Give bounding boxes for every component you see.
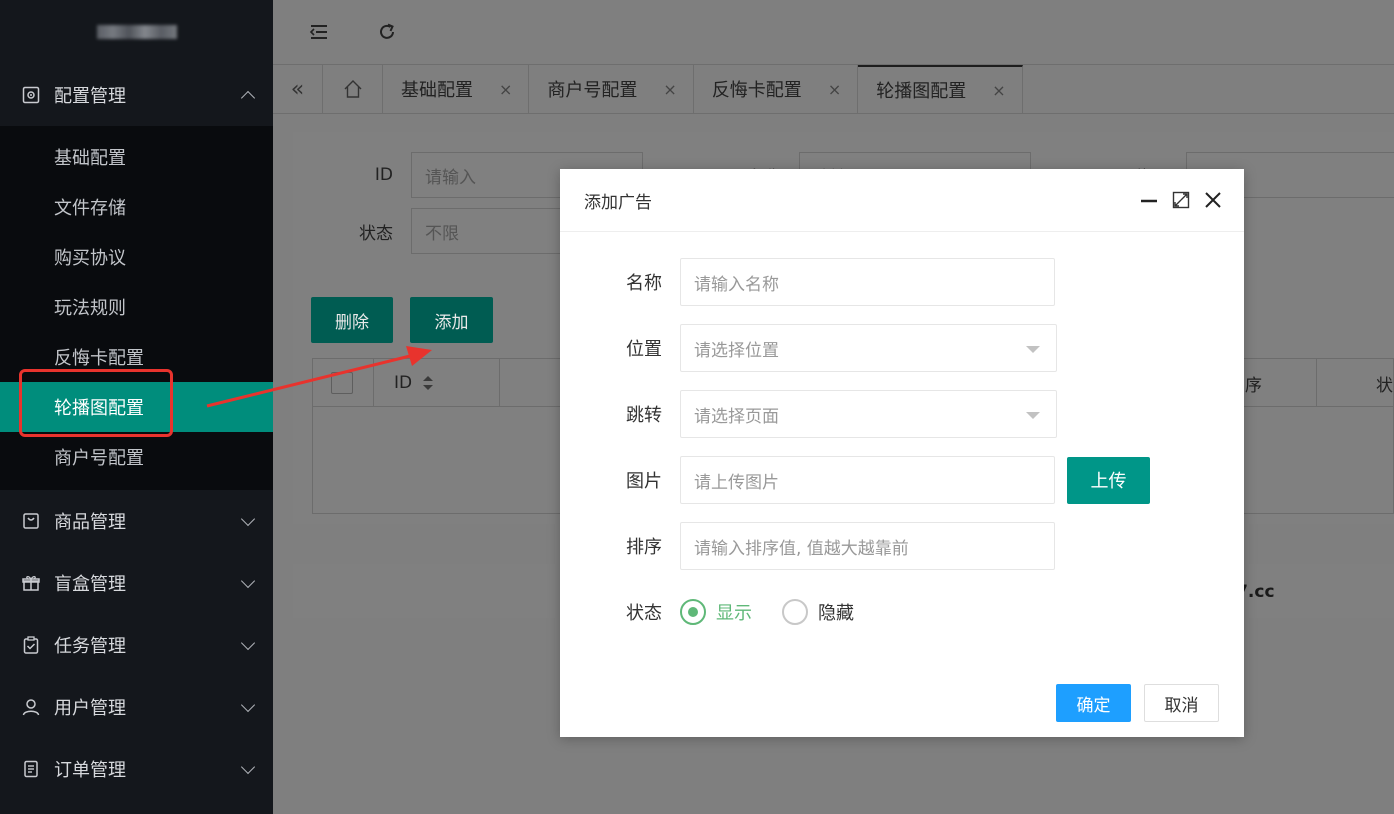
status-hide-label: 隐藏	[818, 603, 854, 624]
image-label: 图片	[626, 471, 662, 492]
menu-group-label: 用户管理	[54, 698, 126, 719]
menu-group-user[interactable]: 用户管理	[0, 676, 273, 738]
sort-icon[interactable]	[422, 375, 434, 391]
jump-placeholder: 请选择页面	[694, 406, 779, 427]
column-id-label: ID	[394, 373, 413, 393]
menu-group-order[interactable]: 订单管理	[0, 738, 273, 800]
position-label: 位置	[626, 339, 662, 360]
sidebar-item-carousel[interactable]: 轮播图配置	[0, 382, 273, 432]
status-show-label: 显示	[716, 603, 752, 624]
sidebar-item-regret-card[interactable]: 反悔卡配置	[0, 332, 273, 382]
chevron-down-icon	[240, 635, 256, 651]
position-placeholder: 请选择位置	[694, 340, 779, 361]
tab-merchant-config[interactable]: 商户号配置 ×	[529, 65, 694, 113]
tab-label: 轮播图配置	[876, 81, 967, 102]
form-row-position: 位置 请选择位置	[560, 324, 1057, 372]
user-icon	[22, 698, 40, 716]
form-row-name: 名称 请输入名称	[560, 258, 1055, 306]
chevron-down-icon	[240, 759, 256, 775]
filter-status-label: 状态	[359, 223, 393, 244]
menu-group-config[interactable]: 配置管理	[0, 64, 273, 126]
filter-id-label: ID	[374, 165, 393, 185]
radio-unchecked-icon	[782, 599, 808, 625]
close-icon[interactable]: ×	[828, 80, 841, 99]
form-row-status: 状态 显示 隐藏	[560, 599, 884, 625]
order-icon	[22, 760, 40, 778]
status-hide-radio[interactable]: 隐藏	[782, 599, 854, 625]
logo	[0, 0, 273, 64]
menu-group-goods[interactable]: 商品管理	[0, 490, 273, 552]
confirm-button[interactable]: 确定	[1056, 684, 1131, 722]
status-label: 状态	[626, 603, 662, 624]
task-icon	[22, 636, 40, 654]
dropdown-caret-icon	[1026, 346, 1040, 353]
menu-group-task[interactable]: 任务管理	[0, 614, 273, 676]
tab-bar: « 基础配置 × 商户号配置 × 反悔卡配置 × 轮播图配置 ×	[273, 64, 1394, 114]
sort-label: 排序	[626, 537, 662, 558]
collapse-menu-icon[interactable]	[307, 20, 331, 44]
menu-group-label: 订单管理	[54, 760, 126, 781]
radio-checked-icon	[680, 599, 706, 625]
logo-blurred	[96, 25, 177, 39]
sort-input[interactable]: 请输入排序值, 值越大越靠前	[680, 522, 1055, 570]
column-header-id[interactable]: ID	[373, 359, 500, 407]
close-icon[interactable]	[1202, 189, 1224, 211]
cancel-button[interactable]: 取消	[1144, 684, 1219, 722]
menu-group-label: 商品管理	[54, 512, 126, 533]
tab-scroll-left-icon[interactable]: «	[273, 65, 323, 113]
column-header-status: 状	[1316, 359, 1394, 407]
sidebar-item-basic[interactable]: 基础配置	[0, 132, 273, 182]
add-button[interactable]: 添加	[410, 297, 493, 343]
menu-group-label: 任务管理	[54, 636, 126, 657]
tab-label: 反悔卡配置	[711, 80, 802, 101]
sidebar: 配置管理 基础配置 文件存储 购买协议 玩法规则 反悔卡配置 轮播图配置 商户号…	[0, 0, 273, 814]
tab-label: 商户号配置	[547, 80, 638, 101]
tab-label: 基础配置	[401, 80, 473, 101]
menu-group-label: 盲盒管理	[54, 574, 126, 595]
column-header-sort: 序	[1236, 359, 1316, 407]
name-input[interactable]: 请输入名称	[680, 258, 1055, 306]
position-select[interactable]: 请选择位置	[680, 324, 1057, 372]
form-row-jump: 跳转 请选择页面	[560, 390, 1057, 438]
goods-icon	[22, 512, 40, 530]
menu-group-blindbox[interactable]: 盲盒管理	[0, 552, 273, 614]
close-icon[interactable]: ×	[499, 80, 512, 99]
upload-button[interactable]: 上传	[1067, 456, 1150, 504]
minimize-icon[interactable]	[1138, 189, 1160, 211]
gift-icon	[22, 574, 40, 592]
tab-basic-config[interactable]: 基础配置 ×	[383, 65, 530, 113]
delete-button[interactable]: 删除	[311, 297, 393, 343]
chevron-down-icon	[240, 511, 256, 527]
menu-group-label: 配置管理	[54, 86, 126, 107]
name-label: 名称	[626, 273, 662, 294]
topbar	[273, 0, 1394, 64]
jump-select[interactable]: 请选择页面	[680, 390, 1057, 438]
chevron-down-icon	[240, 573, 256, 589]
chevron-down-icon	[240, 697, 256, 713]
sidebar-item-merchant[interactable]: 商户号配置	[0, 432, 273, 482]
dropdown-caret-icon	[1026, 412, 1040, 419]
image-input[interactable]: 请上传图片	[680, 456, 1055, 504]
close-icon[interactable]: ×	[663, 80, 676, 99]
form-row-image: 图片 请上传图片 上传	[560, 456, 1150, 504]
config-icon	[22, 86, 40, 104]
refresh-icon[interactable]	[375, 20, 399, 44]
sidebar-item-rules[interactable]: 玩法规则	[0, 282, 273, 332]
dialog-title: 添加广告	[584, 192, 652, 213]
dialog-header: 添加广告	[560, 169, 1244, 232]
add-ad-dialog: 添加广告 名称 请输入名称 位置 请选择位置 跳转 请选择页面 图片 请上传图片…	[560, 169, 1244, 737]
tab-regret-card-config[interactable]: 反悔卡配置 ×	[694, 65, 859, 113]
form-row-sort: 排序 请输入排序值, 值越大越靠前	[560, 522, 1055, 570]
sidebar-item-agreement[interactable]: 购买协议	[0, 232, 273, 282]
jump-label: 跳转	[626, 405, 662, 426]
chevron-up-icon	[240, 90, 256, 106]
status-show-radio[interactable]: 显示	[680, 599, 752, 625]
submenu-config: 基础配置 文件存储 购买协议 玩法规则 反悔卡配置 轮播图配置 商户号配置	[0, 126, 273, 490]
sidebar-item-storage[interactable]: 文件存储	[0, 182, 273, 232]
close-icon[interactable]: ×	[992, 81, 1005, 100]
home-icon[interactable]	[323, 65, 383, 113]
select-all-checkbox[interactable]	[331, 372, 353, 394]
tab-carousel-config[interactable]: 轮播图配置 ×	[858, 65, 1023, 113]
maximize-icon[interactable]	[1170, 189, 1192, 211]
